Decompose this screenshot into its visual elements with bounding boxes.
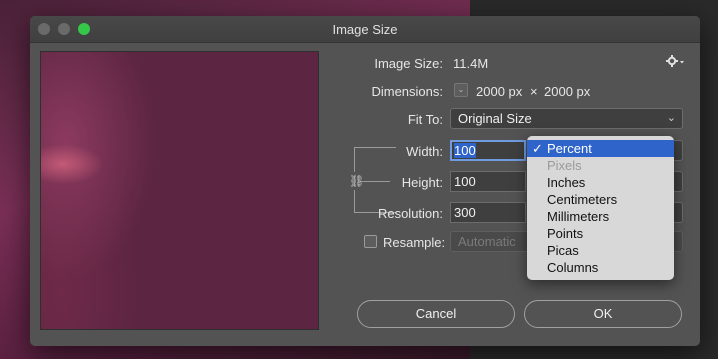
width-value: 100	[454, 143, 476, 158]
height-label: Height:	[401, 175, 443, 190]
resolution-value: 300	[454, 205, 476, 220]
dimensions-times: ×	[530, 84, 538, 99]
menu-item-label: Millimeters	[547, 209, 610, 224]
cancel-button[interactable]: Cancel	[357, 300, 515, 328]
image-size-label: Image Size:	[374, 56, 443, 71]
height-value: 100	[454, 174, 476, 189]
menu-item-label: Inches	[547, 175, 586, 190]
fit-to-label: Fit To:	[407, 112, 443, 127]
width-input[interactable]: 100	[450, 140, 526, 161]
dimensions-label: Dimensions:	[371, 84, 443, 99]
width-label: Width:	[406, 144, 443, 159]
height-input[interactable]: 100	[450, 171, 526, 192]
menu-item-label: Columns	[547, 260, 599, 275]
chevron-down-icon: ⌄	[457, 85, 465, 94]
menu-item-label: Centimeters	[547, 192, 618, 207]
menu-item-pixels: Pixels	[527, 157, 674, 174]
menu-item-inches[interactable]: Inches	[527, 174, 674, 191]
settings-gear-icon[interactable]	[665, 54, 685, 68]
menu-item-points[interactable]: Points	[527, 225, 674, 242]
chevron-down-icon: ⌄	[666, 112, 676, 124]
menu-item-centimeters[interactable]: Centimeters	[527, 191, 674, 208]
checkmark-icon: ✓	[532, 141, 543, 156]
menu-item-label: Pixels	[547, 158, 582, 173]
image-size-value: 11.4M	[453, 56, 489, 71]
menu-item-millimeters[interactable]: Millimeters	[527, 208, 674, 225]
image-preview[interactable]	[40, 51, 319, 330]
dimensions-toggle-button[interactable]: ⌄	[454, 83, 468, 97]
fit-to-value: Original Size	[458, 111, 532, 126]
resample-method-value: Automatic	[458, 234, 516, 249]
menu-item-columns[interactable]: Columns	[527, 259, 674, 276]
units-dropdown-menu: ✓ Percent Pixels Inches Centimeters Mill…	[527, 136, 674, 280]
fit-to-select[interactable]: Original Size ⌄	[450, 108, 683, 129]
menu-item-label: Percent	[547, 141, 592, 156]
menu-item-percent[interactable]: ✓ Percent	[527, 140, 674, 157]
resample-label: Resample:	[383, 235, 446, 250]
resolution-input[interactable]: 300	[450, 202, 526, 223]
title-bar: Image Size	[30, 16, 700, 43]
ok-button[interactable]: OK	[524, 300, 682, 328]
gear-icon	[666, 55, 684, 67]
dialog-title: Image Size	[332, 22, 398, 37]
resolution-label: Resolution:	[377, 206, 443, 221]
menu-item-picas[interactable]: Picas	[527, 242, 674, 259]
menu-item-label: Picas	[547, 243, 579, 258]
dimensions-height-value: 2000 px	[544, 84, 591, 99]
menu-item-label: Points	[547, 226, 584, 241]
dimensions-width-value: 2000 px	[476, 84, 523, 99]
resample-checkbox[interactable]	[364, 235, 377, 248]
